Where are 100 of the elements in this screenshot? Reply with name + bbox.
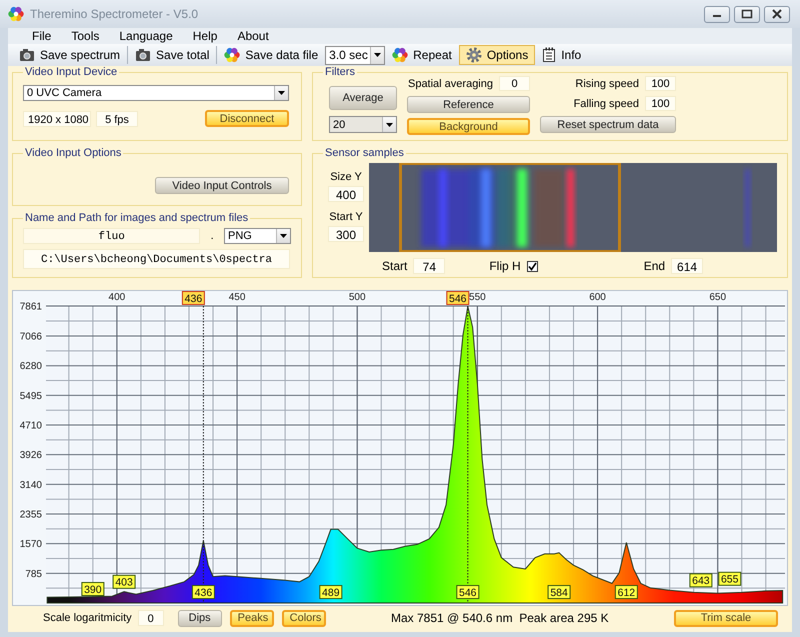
group-title: Sensor samples <box>324 147 405 159</box>
caret-icon <box>374 53 382 57</box>
ref-line-label: 436 <box>184 292 202 305</box>
axis-tick-label: 4710 <box>20 420 42 432</box>
annotation: 489 <box>322 586 340 599</box>
flower-icon <box>224 47 240 63</box>
peak-label: 584 <box>548 585 571 600</box>
dropdown-button[interactable] <box>370 46 384 64</box>
falling-speed-field: 100 <box>645 96 676 111</box>
peak-label: 655 <box>718 572 742 586</box>
scale-logaritmicity-field: 0 <box>138 610 164 626</box>
resolution-field: 1920 x 1080 <box>23 110 91 126</box>
toolbar-button[interactable]: Save spectrum <box>12 45 128 65</box>
axis-tick-label: 3140 <box>20 480 42 491</box>
video-input-controls-button[interactable]: Video Input Controls <box>155 177 289 194</box>
toolbar-button[interactable]: Save total <box>128 45 216 65</box>
group-title: Video Input Device <box>24 66 118 78</box>
toolbar-button[interactable]: Options <box>458 45 536 65</box>
toolbar-button[interactable]: Save data file <box>217 45 326 65</box>
dropdown-button[interactable] <box>274 86 288 100</box>
average-button[interactable]: Average <box>329 86 397 110</box>
peak-label: 489 <box>319 585 342 600</box>
toolbar-button[interactable]: Repeat <box>385 45 459 65</box>
reference-button[interactable]: Reference <box>407 96 530 113</box>
menu-item[interactable]: File <box>22 28 62 44</box>
axis-tick-label: 450 <box>228 292 246 303</box>
peak-label: 390 <box>81 582 104 596</box>
close-button[interactable] <box>764 6 790 22</box>
axis-tick-label: 785 <box>25 568 42 580</box>
spatial-averaging-label: Spatial averaging <box>408 78 493 90</box>
annotation: 584 <box>550 586 568 599</box>
caret-icon <box>278 91 285 95</box>
falling-speed-label: Falling speed <box>574 98 639 110</box>
path-field[interactable]: C:\Users\bcheong\Documents\0spectra <box>23 249 290 269</box>
axis-tick-label: 400 <box>108 292 126 303</box>
axis-tick-label: 1570 <box>20 539 42 550</box>
interval-dropdown[interactable]: 3.0 sec <box>325 46 386 64</box>
flower-icon <box>392 47 408 63</box>
start-y-field: 300 <box>328 226 364 242</box>
group-title: Name and Path for images and spectrum files <box>24 212 250 224</box>
toggle-button[interactable]: Colors <box>282 610 326 626</box>
menu-item[interactable]: About <box>227 28 279 44</box>
annotation: 403 <box>115 576 134 589</box>
annotation: 655 <box>720 574 739 586</box>
menu-item[interactable]: Tools <box>61 28 110 44</box>
start-y-label: Start Y <box>329 211 363 223</box>
checkbox[interactable] <box>526 260 538 272</box>
peak-label: 403 <box>112 574 136 589</box>
background-button[interactable]: Background <box>407 118 530 135</box>
axis-tick-label: 650 <box>709 292 726 303</box>
axis-tick-label: 3926 <box>20 450 42 462</box>
format-dropdown[interactable]: PNG <box>224 228 291 244</box>
spatial-averaging-field: 0 <box>499 76 530 91</box>
frame-rate-field: 5 fps <box>96 110 138 126</box>
menu-item[interactable]: Help <box>182 28 228 44</box>
maximize-button[interactable] <box>734 6 760 22</box>
size-y-label: Size Y <box>330 171 362 183</box>
axis-tick-label: 500 <box>348 292 366 303</box>
reset-spectrum-button[interactable]: Reset spectrum data <box>540 116 676 133</box>
extension-dot: . <box>210 230 215 242</box>
dropdown-button[interactable] <box>382 117 396 132</box>
file-name-field[interactable]: fluo <box>23 228 200 244</box>
axis-tick-label: 550 <box>469 292 486 303</box>
flower-icon <box>8 6 24 22</box>
camera-icon <box>19 48 35 62</box>
toolbar-button[interactable]: Info <box>535 45 588 65</box>
cursor-marker[interactable]: 436 <box>182 291 205 305</box>
trim-scale-button[interactable]: Trim scale <box>674 610 778 626</box>
group-title: Filters <box>324 66 356 78</box>
rising-speed-label: Rising speed <box>575 78 639 90</box>
camera-icon <box>135 48 152 62</box>
annotation: 436 <box>194 586 212 599</box>
peak-label: 612 <box>614 585 638 600</box>
average-count-dropdown[interactable]: 20 <box>329 116 397 133</box>
caret-icon <box>386 122 393 126</box>
toggle-button[interactable]: Dips <box>178 610 222 626</box>
start-label: Start <box>382 259 408 273</box>
checkmark-icon <box>528 262 537 270</box>
annotation: 390 <box>84 584 102 596</box>
gear-icon <box>466 47 482 63</box>
size-y-field: 400 <box>328 186 364 202</box>
annotation: 546 <box>459 586 477 599</box>
disconnect-button[interactable]: Disconnect <box>205 110 289 127</box>
menu-item[interactable]: Language <box>109 28 183 44</box>
ref-line-label: 546 <box>449 292 467 305</box>
peak-label: 546 <box>456 585 480 600</box>
flip-h-label: Flip H <box>489 259 521 273</box>
toggle-button[interactable]: Peaks <box>230 610 274 626</box>
peak-label: 643 <box>689 573 712 588</box>
annotation: 612 <box>618 586 636 599</box>
minimize-button[interactable] <box>704 6 730 22</box>
rising-speed-field: 100 <box>645 76 676 91</box>
selection-frame[interactable] <box>399 163 621 252</box>
cursor-marker[interactable]: 546 <box>446 291 470 305</box>
group-title: Video Input Options <box>24 147 122 159</box>
device-dropdown[interactable]: 0 UVC Camera <box>23 85 289 101</box>
caret-icon <box>280 234 287 238</box>
dropdown-button[interactable] <box>276 229 290 243</box>
close-icon <box>770 9 784 19</box>
annotation: 643 <box>692 575 710 588</box>
